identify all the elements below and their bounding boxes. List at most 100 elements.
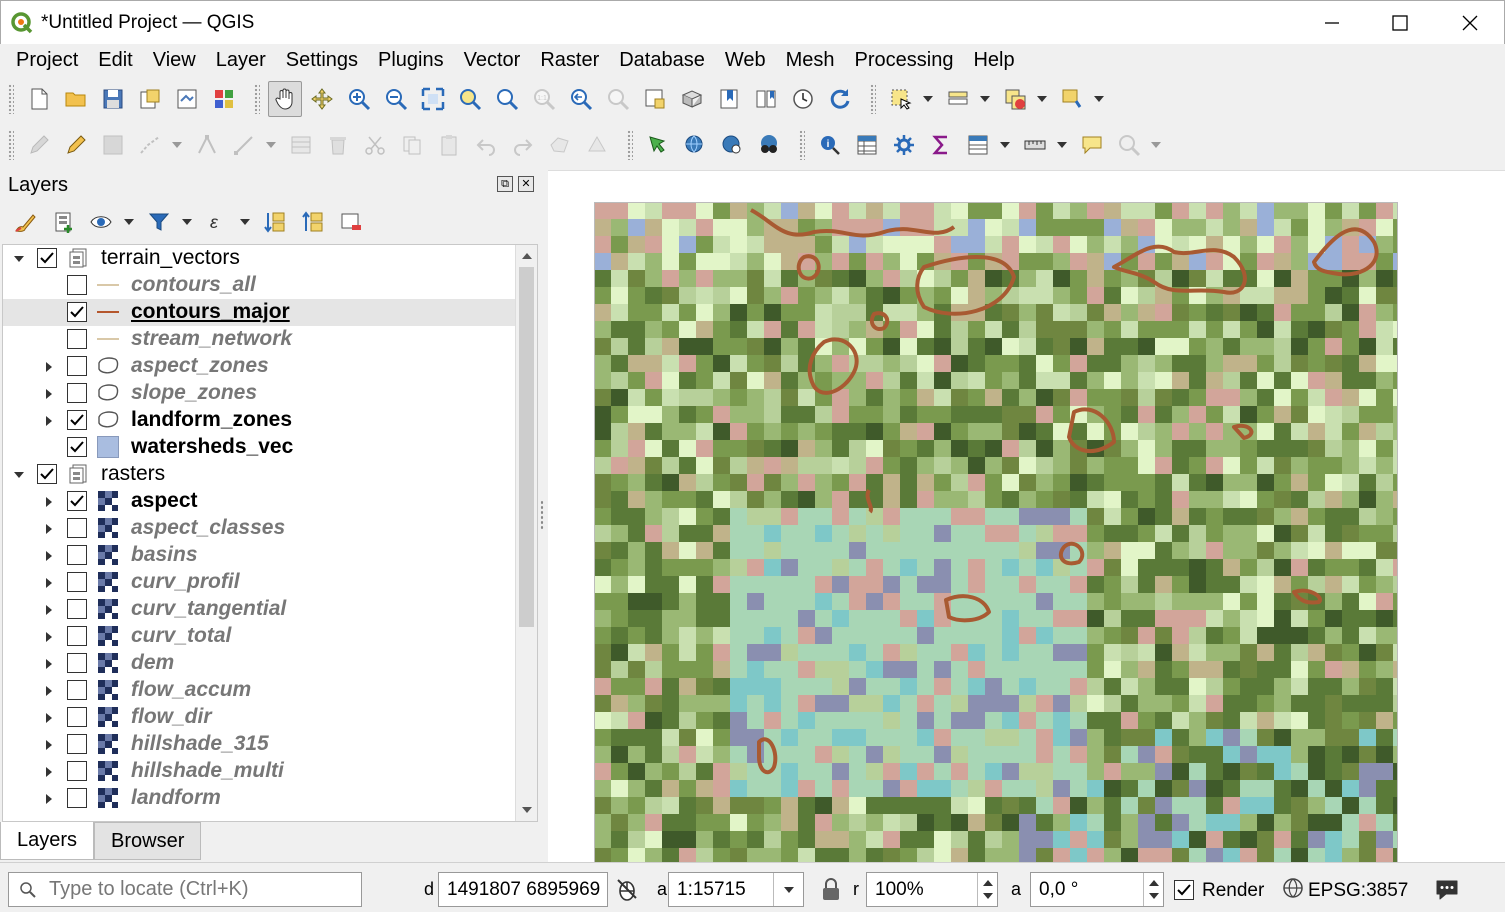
menu-plugins[interactable]: Plugins — [368, 44, 454, 76]
open-table-button[interactable] — [961, 127, 995, 163]
select-by-location-button[interactable] — [1055, 81, 1089, 117]
menu-layer[interactable]: Layer — [206, 44, 276, 76]
show-bookmarks-button[interactable] — [749, 81, 783, 117]
layer-visibility-checkbox[interactable] — [67, 518, 87, 538]
layer-visibility-checkbox[interactable] — [37, 248, 57, 268]
remove-layer-button[interactable] — [334, 204, 368, 240]
statistical-summary-button[interactable] — [924, 127, 958, 163]
layer-row[interactable]: curv_profil — [3, 569, 515, 596]
menu-help[interactable]: Help — [963, 44, 1024, 76]
magnifier-spin-buttons[interactable] — [977, 873, 997, 906]
new-3d-view-button[interactable] — [675, 81, 709, 117]
float-panel-button[interactable]: ⧉ — [497, 176, 513, 192]
mouse-extent-toggle-icon[interactable] — [614, 876, 640, 902]
zoom-full-button[interactable] — [416, 81, 450, 117]
zoom-in-button[interactable] — [342, 81, 376, 117]
close-panel-button[interactable]: ✕ — [518, 176, 534, 192]
pan-to-selection-button[interactable] — [305, 81, 339, 117]
coordinate-field[interactable]: 1491807 6895969 — [438, 872, 608, 907]
layer-visibility-checkbox[interactable] — [67, 329, 87, 349]
delete-selected-button[interactable] — [321, 127, 355, 163]
layer-visibility-checkbox[interactable] — [67, 410, 87, 430]
lock-scale-icon[interactable] — [818, 876, 844, 902]
layer-row[interactable]: hillshade_multi — [3, 758, 515, 785]
layer-visibility-checkbox[interactable] — [67, 788, 87, 808]
new-map-view-button[interactable] — [638, 81, 672, 117]
layer-row[interactable]: aspect_classes — [3, 515, 515, 542]
toolbar-grip[interactable] — [8, 84, 14, 114]
digitize-tool-button[interactable] — [543, 127, 577, 163]
chevron-right-icon[interactable] — [43, 793, 55, 805]
filter-by-expression-button[interactable]: ε — [200, 204, 234, 240]
vertex-tool-dropdown[interactable] — [264, 127, 278, 163]
select-by-value-button[interactable] — [941, 81, 975, 117]
chevron-down-icon[interactable] — [13, 253, 25, 265]
scale-combobox[interactable]: 1:15715 — [668, 872, 804, 907]
zoom-out-button[interactable] — [379, 81, 413, 117]
menu-raster[interactable]: Raster — [530, 44, 609, 76]
layer-row[interactable]: hillshade_315 — [3, 731, 515, 758]
close-button[interactable] — [1436, 1, 1504, 45]
menu-mesh[interactable]: Mesh — [776, 44, 845, 76]
layer-visibility-checkbox[interactable] — [67, 491, 87, 511]
layer-visibility-checkbox[interactable] — [67, 572, 87, 592]
chevron-right-icon[interactable] — [43, 388, 55, 400]
menu-project[interactable]: Project — [6, 44, 88, 76]
render-checkbox[interactable] — [1174, 880, 1194, 900]
layer-row[interactable]: contours_major — [3, 299, 515, 326]
chevron-right-icon[interactable] — [43, 415, 55, 427]
toolbar-grip[interactable] — [799, 130, 805, 160]
layer-row[interactable]: watersheds_vec — [3, 434, 515, 461]
toolbar-grip[interactable] — [870, 84, 876, 114]
filter-legend-dropdown[interactable] — [180, 204, 194, 240]
toolbar-grip[interactable] — [8, 130, 14, 160]
layer-visibility-checkbox[interactable] — [67, 680, 87, 700]
layer-visibility-checkbox[interactable] — [37, 464, 57, 484]
deselect-features-button[interactable] — [998, 81, 1032, 117]
layer-row[interactable]: curv_total — [3, 623, 515, 650]
new-project-button[interactable] — [22, 81, 56, 117]
deselect-features-dropdown[interactable] — [1035, 81, 1049, 117]
toolbar-grip[interactable] — [254, 84, 260, 114]
copy-features-button[interactable] — [395, 127, 429, 163]
layer-visibility-checkbox[interactable] — [67, 734, 87, 754]
locate-button[interactable] — [1112, 127, 1146, 163]
select-features-dropdown[interactable] — [921, 81, 935, 117]
zoom-native-button[interactable]: 1:1 — [527, 81, 561, 117]
chevron-right-icon[interactable] — [43, 766, 55, 778]
layer-row[interactable]: curv_tangential — [3, 596, 515, 623]
manage-map-themes-button[interactable] — [84, 204, 118, 240]
chevron-right-icon[interactable] — [43, 712, 55, 724]
save-edits-button[interactable] — [96, 127, 130, 163]
chevron-right-icon[interactable] — [43, 631, 55, 643]
layer-row[interactable]: basins — [3, 542, 515, 569]
layer-visibility-checkbox[interactable] — [67, 383, 87, 403]
metasearch-button[interactable] — [752, 127, 786, 163]
map-render[interactable] — [594, 202, 1398, 862]
chevron-right-icon[interactable] — [43, 550, 55, 562]
zoom-to-selection-button[interactable] — [453, 81, 487, 117]
zoom-to-layer-button[interactable] — [490, 81, 524, 117]
layer-visibility-checkbox[interactable] — [67, 761, 87, 781]
layer-row[interactable]: dem — [3, 650, 515, 677]
layer-visibility-checkbox[interactable] — [67, 626, 87, 646]
map-themes-dropdown[interactable] — [122, 204, 136, 240]
scrollbar-thumb[interactable] — [519, 267, 534, 627]
layer-row[interactable]: flow_dir — [3, 704, 515, 731]
style-manager-button[interactable] — [207, 81, 241, 117]
layer-visibility-checkbox[interactable] — [67, 356, 87, 376]
cut-features-button[interactable] — [358, 127, 392, 163]
chevron-right-icon[interactable] — [43, 577, 55, 589]
measure-line-button[interactable] — [1018, 127, 1052, 163]
layer-row[interactable]: aspect_zones — [3, 353, 515, 380]
layer-row[interactable]: aspect — [3, 488, 515, 515]
digitize-dropdown[interactable] — [170, 127, 184, 163]
layer-row[interactable]: flow_accum — [3, 677, 515, 704]
chevron-right-icon[interactable] — [43, 496, 55, 508]
layer-row[interactable]: terrain_vectors — [3, 245, 515, 272]
layer-visibility-checkbox[interactable] — [67, 275, 87, 295]
digitize-line-button[interactable] — [133, 127, 167, 163]
locator-bar[interactable]: Type to locate (Ctrl+K) — [8, 872, 362, 907]
shape-digitize-button[interactable] — [580, 127, 614, 163]
chevron-right-icon[interactable] — [43, 523, 55, 535]
